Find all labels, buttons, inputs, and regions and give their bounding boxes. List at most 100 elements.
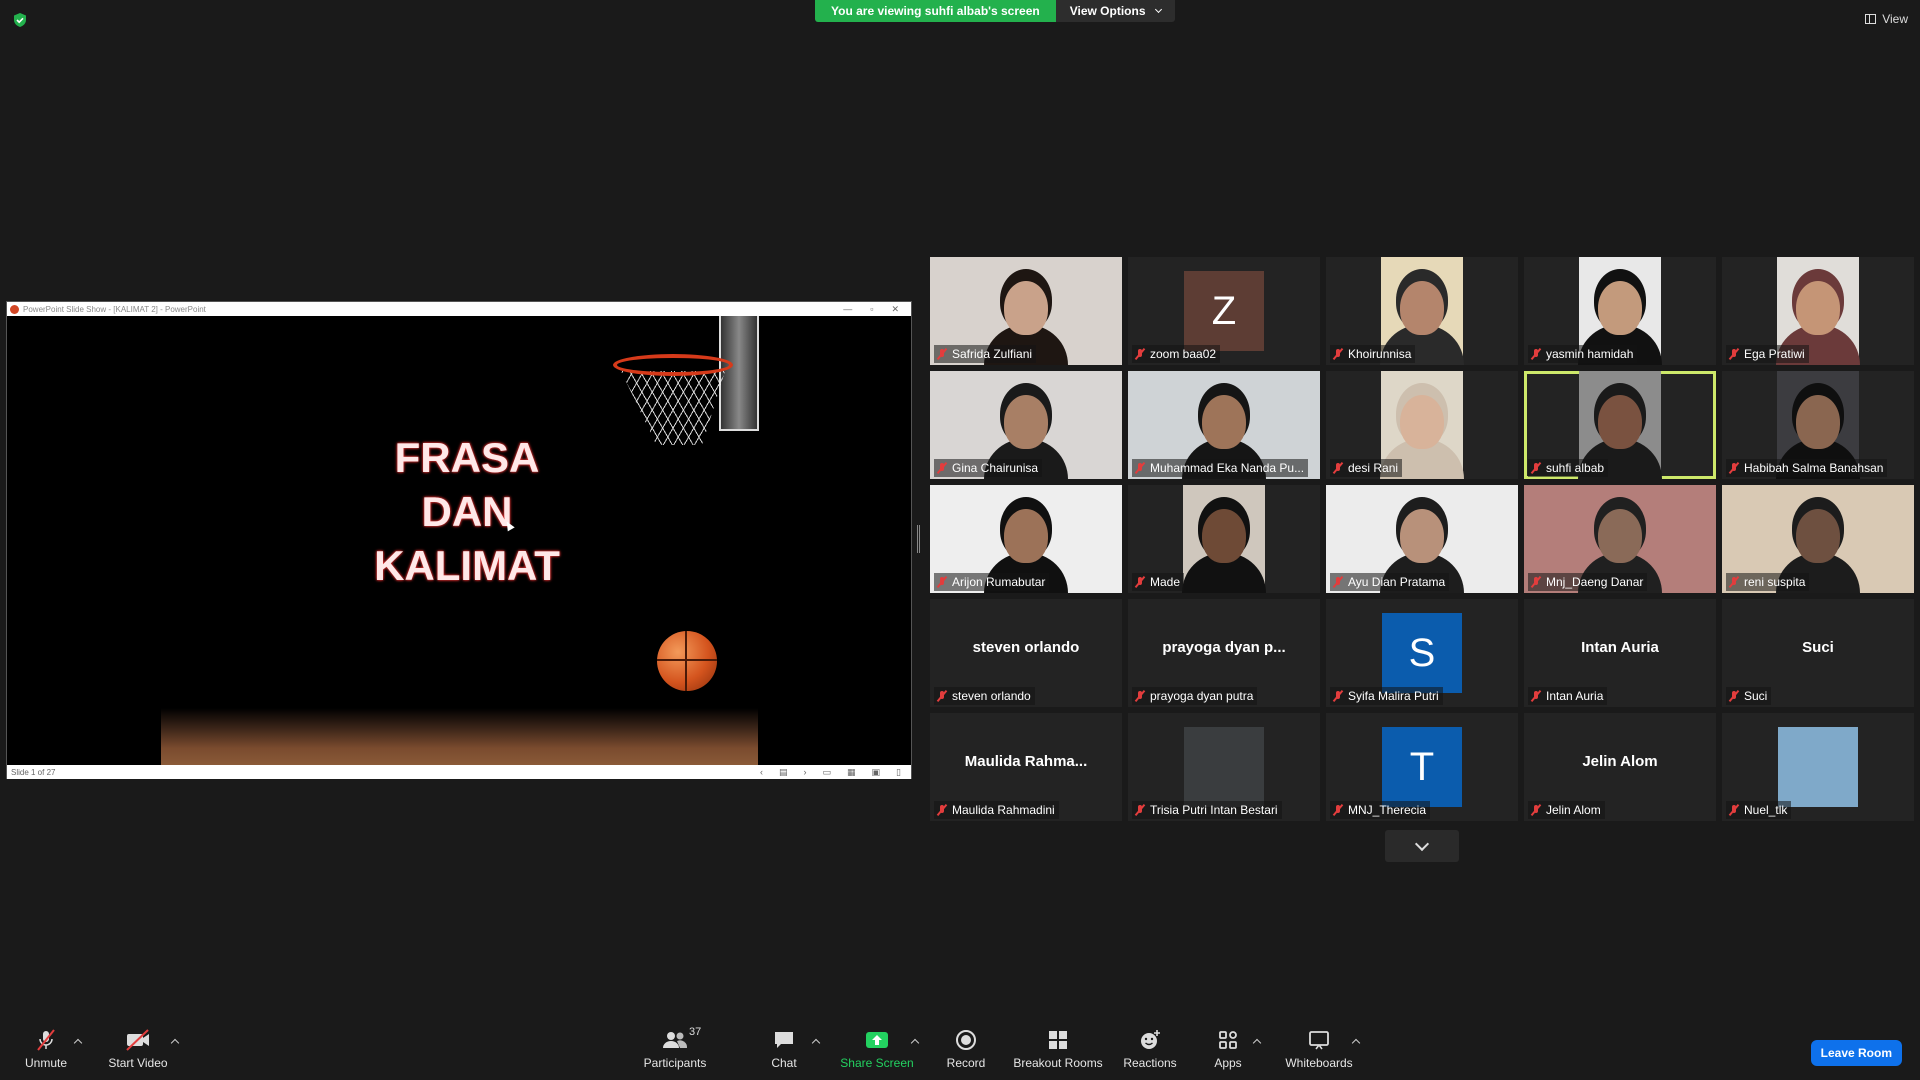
participant-tile[interactable]: T MNJ_Therecia: [1326, 713, 1518, 821]
participant-name-label: Safrida Zulfiani: [934, 345, 1037, 363]
participant-name: MNJ_Therecia: [1348, 803, 1427, 817]
unmute-button[interactable]: Unmute: [18, 1028, 74, 1078]
ppt-titlebar: PowerPoint Slide Show - [KALIMAT 2] - Po…: [7, 302, 911, 316]
microphone-muted-icon: [936, 348, 948, 360]
participant-tile[interactable]: Safrida Zulfiani: [930, 257, 1122, 365]
leave-room-button[interactable]: Leave Room: [1810, 1040, 1902, 1066]
unmute-label: Unmute: [24, 1056, 68, 1070]
chevron-down-icon: [1414, 836, 1430, 851]
participant-tile[interactable]: Maulida Rahma... Maulida Rahmadini: [930, 713, 1122, 821]
participant-name-label: Arijon Rumabutar: [934, 573, 1050, 591]
record-icon: [954, 1028, 978, 1052]
microphone-muted-icon: [1134, 576, 1146, 588]
participant-face: [1004, 395, 1048, 449]
gallery-next-page-button[interactable]: [1385, 830, 1459, 862]
whiteboards-button[interactable]: Whiteboards: [1284, 1028, 1354, 1078]
participant-tile[interactable]: Ega Pratiwi: [1722, 257, 1914, 365]
participant-name: Ega Pratiwi: [1744, 347, 1805, 361]
basketball-net-image: [621, 371, 725, 445]
microphone-muted-icon: [1530, 462, 1542, 474]
audio-options-caret-icon[interactable]: [73, 1038, 83, 1048]
participant-tile[interactable]: Mnj_Daeng Danar: [1524, 485, 1716, 593]
microphone-muted-icon: [1530, 804, 1542, 816]
microphone-muted-icon: [936, 690, 948, 702]
share-screen-button[interactable]: Share Screen: [840, 1028, 914, 1078]
chat-options-caret-icon[interactable]: [811, 1038, 821, 1048]
participant-tile[interactable]: suhfi albab: [1524, 371, 1716, 479]
participant-name-label: Khoirunnisa: [1330, 345, 1416, 363]
participant-tile[interactable]: Trisia Putri Intan Bestari: [1128, 713, 1320, 821]
participant-tile[interactable]: desi Rani: [1326, 371, 1518, 479]
microphone-muted-icon: [1728, 690, 1740, 702]
participant-face: [1004, 281, 1048, 335]
record-button[interactable]: Record: [942, 1028, 990, 1078]
participant-name: Made: [1150, 575, 1181, 589]
participant-face: [1004, 509, 1048, 563]
participant-tile[interactable]: yasmin hamidah: [1524, 257, 1716, 365]
microphone-muted-icon: [1530, 690, 1542, 702]
next-slide-icon: ›: [803, 766, 807, 777]
participant-tile[interactable]: Habibah Salma Banahsan: [1722, 371, 1914, 479]
participant-name-label: Habibah Salma Banahsan: [1726, 459, 1888, 477]
participant-name: suhfi albab: [1546, 461, 1605, 475]
participant-tile[interactable]: S Syifa Malira Putri: [1326, 599, 1518, 707]
view-options-button[interactable]: View Options: [1055, 0, 1175, 22]
chat-label: Chat: [771, 1056, 797, 1070]
shared-screen[interactable]: PowerPoint Slide Show - [KALIMAT 2] - Po…: [6, 301, 912, 779]
participant-face: [1202, 509, 1246, 563]
participant-tile[interactable]: Made: [1128, 485, 1320, 593]
participant-tile[interactable]: Jelin Alom Jelin Alom: [1524, 713, 1716, 821]
share-screen-label: Share Screen: [840, 1056, 914, 1070]
participant-name-label: Trisia Putri Intan Bestari: [1132, 801, 1282, 819]
participant-tile[interactable]: steven orlando steven orlando: [930, 599, 1122, 707]
participant-tile[interactable]: Nuel_tlk: [1722, 713, 1914, 821]
participant-tile[interactable]: Intan Auria Intan Auria: [1524, 599, 1716, 707]
reactions-button[interactable]: Reactions: [1120, 1028, 1180, 1078]
participant-tile[interactable]: Arijon Rumabutar: [930, 485, 1122, 593]
microphone-muted-icon: [936, 804, 948, 816]
whiteboard-icon: [1307, 1028, 1331, 1052]
participants-icon: 37: [661, 1026, 701, 1052]
participant-name-label: yasmin hamidah: [1528, 345, 1638, 363]
participant-tile[interactable]: Zzoom baa02: [1128, 257, 1320, 365]
apps-label: Apps: [1214, 1056, 1242, 1070]
participant-tile[interactable]: reni suspita: [1722, 485, 1914, 593]
sorter-view-icon: ▦: [847, 766, 856, 777]
participant-tile[interactable]: prayoga dyan p... prayoga dyan putra: [1128, 599, 1320, 707]
breakout-rooms-button[interactable]: Breakout Rooms: [1012, 1028, 1104, 1078]
participant-tile[interactable]: Ayu Dian Pratama: [1326, 485, 1518, 593]
chat-button[interactable]: Chat: [766, 1028, 802, 1078]
participant-tile[interactable]: Muhammad Eka Nanda Pu...: [1128, 371, 1320, 479]
chat-bubble-icon: [772, 1028, 796, 1052]
microphone-muted-icon: [1332, 462, 1344, 474]
participant-name: zoom baa02: [1150, 347, 1217, 361]
video-camera-off-icon: [124, 1028, 152, 1052]
apps-options-caret-icon[interactable]: [1252, 1038, 1262, 1048]
participants-count: 37: [689, 1026, 702, 1038]
start-video-button[interactable]: Start Video: [106, 1028, 170, 1078]
participants-button[interactable]: 37 Participants: [640, 1026, 710, 1078]
participant-name-label: Jelin Alom: [1528, 801, 1605, 819]
microphone-muted-icon: [1134, 348, 1146, 360]
participant-name-label: Intan Auria: [1528, 687, 1608, 705]
participant-name-label: suhfi albab: [1528, 459, 1609, 477]
splitter-handle[interactable]: [917, 525, 920, 553]
video-options-caret-icon[interactable]: [170, 1038, 180, 1048]
participant-tile[interactable]: Suci Suci: [1722, 599, 1914, 707]
participant-face: [1400, 509, 1444, 563]
participant-display-name: Maulida Rahma...: [964, 753, 1088, 770]
apps-button[interactable]: Apps: [1210, 1028, 1246, 1078]
microphone-muted-icon: [1332, 804, 1344, 816]
participant-tile[interactable]: Khoirunnisa: [1326, 257, 1518, 365]
viewing-status-text: You are viewing suhfi albab's screen: [815, 0, 1056, 22]
participant-face: [1400, 281, 1444, 335]
security-shield-icon[interactable]: [12, 12, 28, 28]
microphone-muted-icon: [1728, 462, 1740, 474]
microphone-muted-icon: [1530, 348, 1542, 360]
participant-name: reni suspita: [1744, 575, 1806, 589]
participant-name: Safrida Zulfiani: [952, 347, 1033, 361]
view-button[interactable]: View: [1865, 12, 1908, 26]
participant-tile[interactable]: Gina Chairunisa: [930, 371, 1122, 479]
participant-name-label: Ega Pratiwi: [1726, 345, 1809, 363]
restore-icon: ▫: [870, 303, 874, 314]
